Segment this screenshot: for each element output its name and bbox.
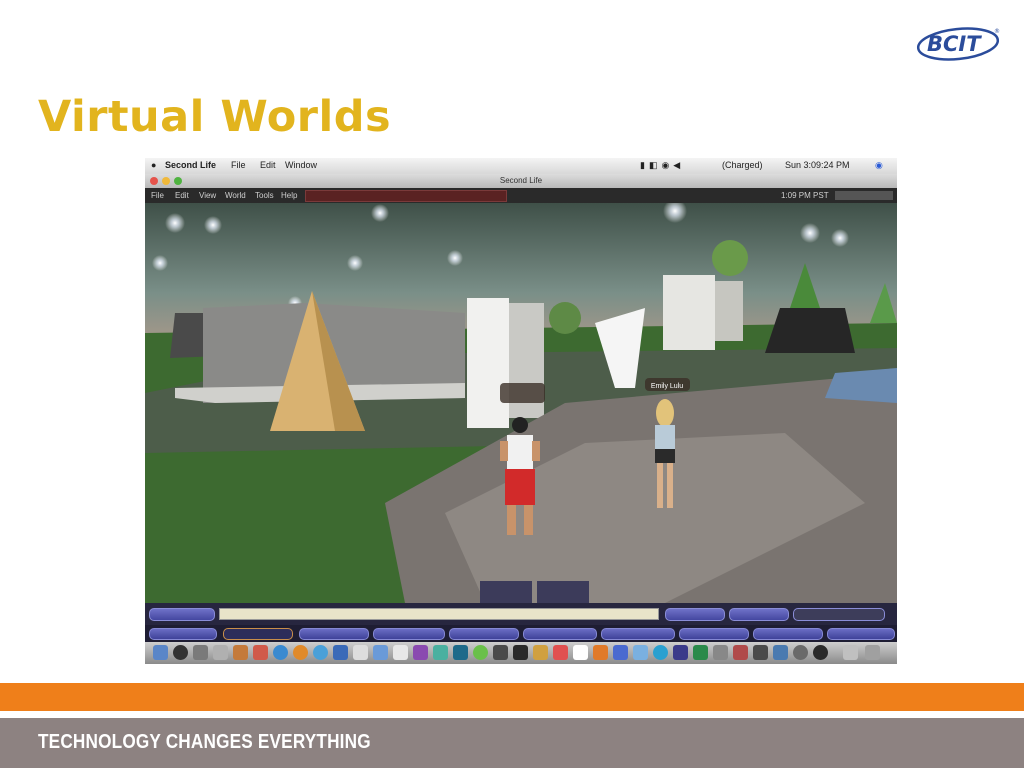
app-icon[interactable] — [573, 645, 588, 660]
toolbar-button-im[interactable] — [149, 628, 217, 640]
app-icon[interactable] — [713, 645, 728, 660]
app-icon[interactable] — [473, 645, 488, 660]
gesture-button[interactable] — [793, 608, 885, 621]
mac-dock — [145, 642, 897, 664]
toolbar-button-map[interactable] — [679, 628, 749, 640]
app-icon[interactable] — [773, 645, 788, 660]
clock[interactable]: Sun 3:09:24 PM — [785, 160, 850, 170]
menu-file[interactable]: File — [231, 160, 246, 170]
toolbar-button-fly[interactable] — [373, 628, 445, 640]
second-life-screenshot: ● Second Life File Edit Window ▮◧◉◀ (Cha… — [145, 158, 897, 664]
chat-history-button[interactable] — [149, 608, 215, 621]
bcit-logo: BCIT ® — [916, 27, 1000, 61]
app-menu[interactable]: Second Life — [165, 160, 216, 170]
app-icon[interactable] — [193, 645, 208, 660]
chat-input[interactable] — [219, 608, 659, 620]
sl-menu-world[interactable]: World — [225, 191, 246, 200]
app-icon[interactable] — [693, 645, 708, 660]
sl-menu-help[interactable]: Help — [281, 191, 297, 200]
status-icons[interactable]: ▮◧◉◀ — [640, 160, 684, 171]
spotlight-icon[interactable]: ◉ — [875, 160, 883, 171]
toolbar-button-chat[interactable] — [223, 628, 293, 640]
app-icon[interactable] — [333, 645, 348, 660]
footer-tagline: TECHNOLOGY CHANGES EVERYTHING — [38, 731, 371, 753]
black-sculpture — [765, 308, 855, 353]
firefox-icon[interactable] — [293, 645, 308, 660]
app-icon[interactable] — [793, 645, 808, 660]
app-icon[interactable] — [213, 645, 228, 660]
location-bar[interactable] — [305, 190, 507, 202]
battery-status[interactable]: (Charged) — [722, 160, 763, 170]
app-icon[interactable] — [453, 645, 468, 660]
app-icon[interactable] — [733, 645, 748, 660]
app-icon[interactable] — [613, 645, 628, 660]
app-icon[interactable] — [253, 645, 268, 660]
sl-menubar: File Edit View World Tools Help 1:09 PM … — [145, 188, 897, 203]
app-icon[interactable] — [313, 645, 328, 660]
trash-icon[interactable] — [865, 645, 880, 660]
app-icon[interactable] — [493, 645, 508, 660]
orange-band — [0, 683, 1024, 711]
window-title: Second Life — [499, 176, 543, 185]
app-icon[interactable] — [393, 645, 408, 660]
app-icon[interactable] — [673, 645, 688, 660]
app-icon[interactable] — [813, 645, 828, 660]
movement-controls[interactable] — [480, 581, 532, 603]
toolbar-button-search[interactable] — [523, 628, 597, 640]
white-pillar — [467, 298, 509, 428]
sl-menu-file[interactable]: File — [151, 191, 164, 200]
toolbar-button-snapshot[interactable] — [449, 628, 519, 640]
camera-controls[interactable] — [537, 581, 589, 603]
app-icon[interactable] — [653, 645, 668, 660]
slide-title: Virtual Worlds — [38, 92, 392, 142]
app-icon[interactable] — [513, 645, 528, 660]
app-icon[interactable] — [553, 645, 568, 660]
nametag — [500, 383, 545, 403]
app-icon[interactable] — [633, 645, 648, 660]
toolbar-button-minimap[interactable] — [753, 628, 823, 640]
say-button[interactable] — [665, 608, 725, 621]
app-icon[interactable] — [533, 645, 548, 660]
app-icon[interactable] — [433, 645, 448, 660]
white-house — [663, 275, 715, 350]
nametag-label: Emily Lulu — [651, 383, 683, 390]
app-icon[interactable] — [593, 645, 608, 660]
app-icon[interactable] — [233, 645, 248, 660]
3d-world-view[interactable]: Emily Lulu — [145, 203, 897, 603]
shout-button[interactable] — [729, 608, 789, 621]
chat-bar — [145, 603, 897, 625]
toolbar — [145, 625, 897, 642]
app-icon[interactable] — [353, 645, 368, 660]
app-icon[interactable] — [753, 645, 768, 660]
mac-menubar: ● Second Life File Edit Window ▮◧◉◀ (Cha… — [145, 158, 897, 174]
app-icon[interactable] — [843, 645, 858, 660]
water — [825, 368, 897, 403]
sl-menu-edit[interactable]: Edit — [175, 191, 189, 200]
svg-text:®: ® — [994, 28, 1000, 35]
dashboard-icon[interactable] — [173, 645, 188, 660]
finder-icon[interactable] — [153, 645, 168, 660]
app-icon[interactable] — [273, 645, 288, 660]
menu-window[interactable]: Window — [285, 160, 317, 170]
toolbar-button-friends[interactable] — [299, 628, 369, 640]
menu-edit[interactable]: Edit — [260, 160, 276, 170]
window-titlebar: Second Life — [145, 174, 897, 188]
app-icon[interactable] — [373, 645, 388, 660]
sl-time: 1:09 PM PST — [781, 191, 829, 200]
sl-menu-tools[interactable]: Tools — [255, 191, 274, 200]
svg-text:BCIT: BCIT — [927, 32, 982, 56]
app-icon[interactable] — [413, 645, 428, 660]
toolbar-button-build[interactable] — [601, 628, 675, 640]
apple-icon[interactable]: ● — [151, 160, 156, 170]
sl-status-indicators — [835, 191, 893, 200]
sl-menu-view[interactable]: View — [199, 191, 216, 200]
toolbar-button-inventory[interactable] — [827, 628, 895, 640]
